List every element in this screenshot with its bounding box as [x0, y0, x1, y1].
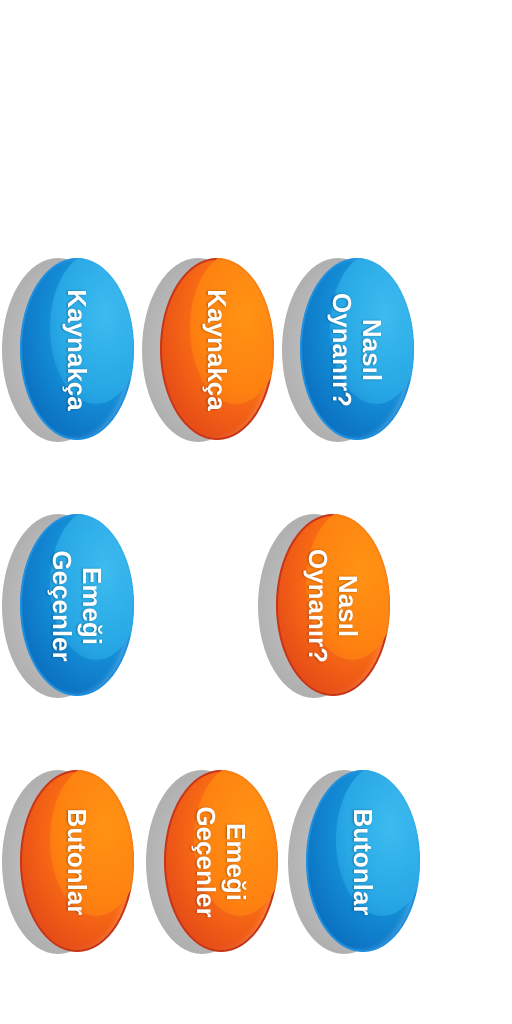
- label-line: Geçenler: [47, 550, 77, 662]
- butonlar-label: Butonlar: [62, 772, 92, 952]
- label-line: Geçenler: [191, 806, 221, 918]
- emegi-gecenler-label: Emeği Geçenler: [191, 772, 251, 952]
- nasil-oynanir-button[interactable]: Nasıl Oynanır?: [282, 258, 414, 442]
- kaynakca-button[interactable]: Kaynakça: [2, 258, 134, 442]
- emegi-gecenler-label: Emeği Geçenler: [47, 516, 107, 696]
- nasil-oynanir-button-orange[interactable]: Nasıl Oynanır?: [258, 514, 390, 698]
- label-line: Butonlar: [62, 808, 92, 916]
- kaynakca-label: Kaynakça: [202, 260, 232, 440]
- label-line: Nasıl: [357, 318, 387, 382]
- label-line: Oynanır?: [327, 292, 357, 408]
- nasil-oynanir-label: Nasıl Oynanır?: [327, 260, 387, 440]
- label-line: Oynanır?: [303, 548, 333, 664]
- label-line: Emeği: [77, 566, 107, 646]
- kaynakca-button-orange[interactable]: Kaynakça: [142, 258, 274, 442]
- kaynakca-label: Kaynakça: [62, 260, 92, 440]
- label-line: Nasıl: [333, 574, 363, 638]
- label-line: Kaynakça: [202, 289, 232, 411]
- label-line: Kaynakça: [62, 289, 92, 411]
- butonlar-label: Butonlar: [348, 772, 378, 952]
- nasil-oynanir-label: Nasıl Oynanır?: [303, 516, 363, 696]
- emegi-gecenler-button-orange[interactable]: Emeği Geçenler: [146, 770, 278, 954]
- label-line: Butonlar: [348, 808, 378, 916]
- butonlar-button-orange[interactable]: Butonlar: [2, 770, 134, 954]
- emegi-gecenler-button[interactable]: Emeği Geçenler: [2, 514, 134, 698]
- label-line: Emeği: [221, 822, 251, 902]
- butonlar-button[interactable]: Butonlar: [288, 770, 420, 954]
